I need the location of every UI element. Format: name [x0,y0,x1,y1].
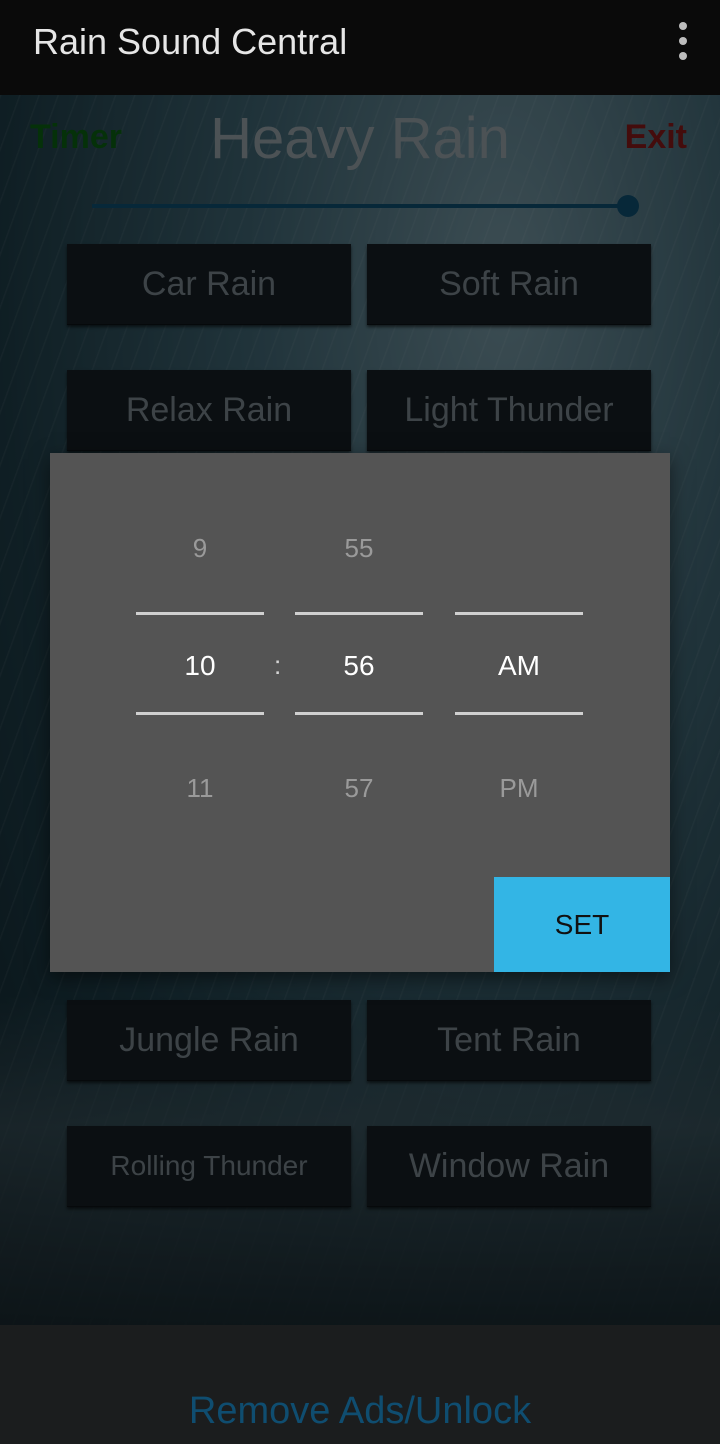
hour-next[interactable]: 11 [136,773,264,804]
hour-selected[interactable]: 10 [136,650,264,682]
remove-ads-link[interactable]: Remove Ads/Unlock [0,1390,720,1433]
ampm-selected[interactable]: AM [455,650,583,682]
minute-prev[interactable]: 55 [295,533,423,564]
minute-divider-top [295,612,423,615]
minute-next[interactable]: 57 [295,773,423,804]
app-title: Rain Sound Central [33,21,348,62]
time-separator: : [274,650,282,680]
time-picker-dialog: 9 10 11 : 55 56 57 AM PM SET [50,453,670,972]
ampm-divider-top [455,612,583,615]
ampm-next[interactable]: PM [455,773,583,804]
more-vert-icon[interactable] [676,22,688,62]
hour-divider-top [136,612,264,615]
hour-divider-bottom [136,712,264,715]
ampm-divider-bottom [455,712,583,715]
minute-selected[interactable]: 56 [295,650,423,682]
hour-prev[interactable]: 9 [136,533,264,564]
minute-divider-bottom [295,712,423,715]
set-button[interactable]: SET [494,877,670,972]
app-bar: Rain Sound Central [0,0,720,95]
